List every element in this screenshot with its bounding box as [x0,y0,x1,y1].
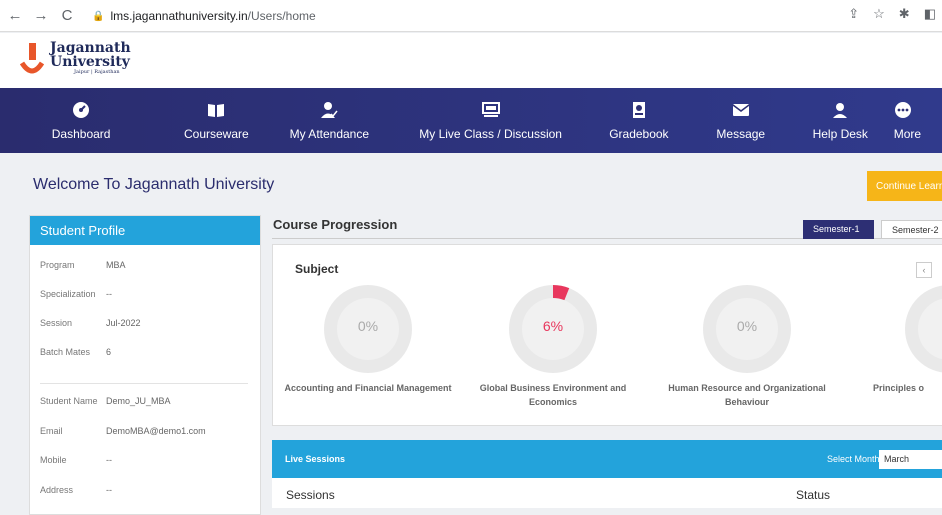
forward-icon[interactable]: → [30,5,52,27]
profile-key: Session [40,318,73,328]
main-menu: Dashboard Courseware My Attendance My Li… [0,88,942,153]
url-host: lms.jagannathuniversity.in [110,9,248,23]
col-sessions: Sessions [286,488,335,502]
browser-toolbar: ← → C 🔒 lms.jagannathuniversity.in /User… [0,0,942,32]
profile-row: Batch Mates 6 [40,347,111,357]
col-status: Status [796,488,831,502]
book-icon [208,103,225,117]
course-name[interactable]: Global Business Environment and Economic… [458,381,648,409]
progress-percent: 0% [357,318,379,334]
course-progression-title: Course Progression [273,217,398,232]
select-month-label: Select Month [827,454,880,464]
month-select[interactable]: March [879,450,942,469]
progress-percent: 0% [736,318,758,334]
menu-item-dashboard[interactable]: Dashboard [0,88,162,153]
sessions-table-header: Sessions Status [272,478,942,508]
profile-title: Student Profile [30,216,260,245]
reload-icon[interactable]: C [56,5,78,27]
profile-key: Mobile [40,455,67,465]
sidepanel-icon[interactable]: ◧ [924,6,936,22]
envelope-icon [732,103,750,116]
address-bar[interactable]: 🔒 lms.jagannathuniversity.in /Users/home [92,5,892,27]
share-icon[interactable]: ⇪ [848,6,859,22]
profile-key: Batch Mates [40,347,91,357]
profile-row: Session Jul-2022 [40,318,141,328]
tab-semester-1[interactable]: Semester-1 [803,220,874,239]
continue-learning-button[interactable]: Continue Learning [867,171,942,201]
menu-item-message[interactable]: Message [685,88,797,153]
course-progress-gauge: 6% [509,285,597,373]
more-icon [894,101,911,118]
progress-arc-fill [552,285,570,301]
course-progress-gauge: 0% [703,285,791,373]
profile-value: 6 [106,347,112,357]
menu-item-courseware[interactable]: Courseware [162,88,270,153]
course-name[interactable]: Human Resource and Organizational Behavi… [652,381,842,409]
profile-value: Jul-2022 [106,318,141,328]
subject-label: Subject [295,262,339,276]
extensions-icon[interactable]: ✱ [899,6,910,22]
course-progression-panel: Subject ‹ 0% Accounting and Financial Ma… [272,244,942,426]
menu-label: More [893,126,922,141]
menu-item-gradebook[interactable]: Gradebook [593,88,685,153]
profile-key: Program [40,260,75,270]
course-name[interactable]: Accounting and Financial Management [273,381,463,395]
menu-item-attendance[interactable]: My Attendance [270,88,388,153]
gradebook-icon [632,101,645,118]
welcome-heading: Welcome To Jagannath University [33,176,275,193]
logo-line3: Jaipur | Rajasthan [74,69,120,75]
menu-label: My Attendance [289,126,370,141]
lock-icon: 🔒 [92,10,105,22]
carousel-prev-button[interactable]: ‹ [916,262,932,278]
live-sessions-title: Live Sessions [285,454,346,464]
profile-row: Address -- [40,485,112,495]
menu-label: Gradebook [609,126,669,141]
profile-key: Student Name [40,396,98,406]
menu-label: Help Desk [812,126,868,141]
menu-label: Dashboard [51,126,111,141]
gauge-icon [73,101,90,118]
profile-key: Email [40,426,63,436]
profile-divider [40,383,248,384]
course-name[interactable]: Principles o [873,381,942,395]
menu-label: Courseware [183,126,249,141]
profile-value: MBA [106,260,126,270]
menu-item-more[interactable]: More [884,88,942,153]
live-sessions-header: Live Sessions Select Month March [272,440,942,478]
logo-mark-icon [20,43,44,74]
progress-percent: 6% [542,318,564,334]
support-icon [833,102,848,118]
profile-key: Specialization [40,289,96,299]
university-logo[interactable]: Jagannath University Jaipur | Rajasthan [20,41,131,79]
course-progress-gauge [905,285,942,373]
profile-key: Address [40,485,74,495]
profile-row: Student Name Demo_JU_MBA [40,396,171,406]
profile-row: Mobile -- [40,455,112,465]
menu-item-help-desk[interactable]: Help Desk [797,88,884,153]
profile-row: Program MBA [40,260,126,270]
bookmark-star-icon[interactable]: ☆ [873,6,885,22]
student-profile-card: Student Profile Program MBA Specializatio… [29,215,261,515]
profile-row: Specialization -- [40,289,112,299]
profile-value: DemoMBA@demo1.com [106,426,206,436]
menu-item-live-class[interactable]: My Live Class / Discussion [388,88,593,153]
profile-value: -- [106,485,112,495]
logo-line1: Jagannath [50,40,131,56]
course-progress-gauge: 0% [324,285,412,373]
menu-label: Message [716,126,766,141]
site-header: Jagannath University Jaipur | Rajasthan [0,33,942,88]
presentation-icon [481,101,500,117]
url-path: /Users/home [247,9,316,23]
logo-line2: University [50,54,130,70]
tab-semester-2[interactable]: Semester-2 [881,220,942,239]
profile-value: -- [106,289,112,299]
menu-label: My Live Class / Discussion [419,126,562,141]
profile-value: Demo_JU_MBA [106,396,171,406]
back-icon[interactable]: ← [4,5,26,27]
profile-value: -- [106,455,112,465]
profile-row: Email DemoMBA@demo1.com [40,426,206,436]
person-check-icon [321,101,338,118]
